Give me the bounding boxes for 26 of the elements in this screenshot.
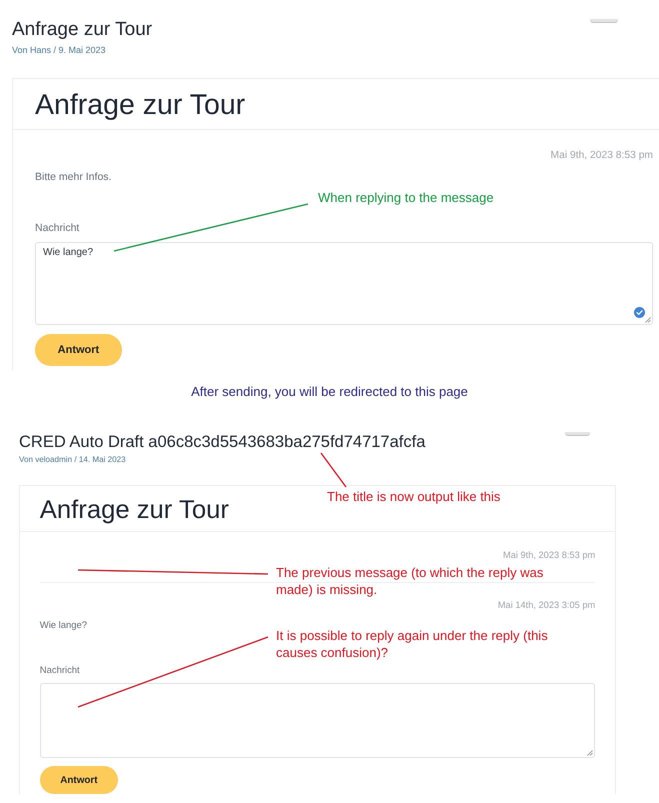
resize-grip-icon: [645, 316, 651, 323]
message-field[interactable]: [40, 683, 596, 758]
message-field[interactable]: Wie lange?: [35, 242, 653, 325]
page-title: Anfrage zur Tour: [12, 19, 152, 41]
annotation-note: The previous message (to which the reply was made) is missing.: [276, 565, 544, 598]
post-meta: Von Hans / 9. Mai 2023: [12, 44, 107, 57]
message-timestamp: Mai 9th, 2023 8:53 pm: [503, 550, 596, 562]
annotation-note: The title is now output like this: [327, 489, 500, 506]
post-meta: Von veloadmin / 14. Mai 2023: [19, 455, 127, 466]
field-label: Nachricht: [35, 222, 80, 234]
message-timestamp: Mai 9th, 2023 8:53 pm: [550, 150, 653, 162]
annotation-note: It is possible to reply again under the reply (this causes confusion)?: [276, 628, 549, 661]
reply-button[interactable]: Antwort: [40, 766, 118, 794]
page-title: CRED Auto Draft a06c8c3d5543683ba275fd74717afcfa: [19, 432, 426, 452]
tab-handle-icon: [565, 432, 590, 436]
card-heading: Anfrage zur Tour: [35, 90, 246, 121]
annotation-note: When replying to the message: [318, 190, 494, 206]
annotation-caption: After sending, you will be redirected to this page: [191, 384, 468, 400]
tab-handle-icon: [590, 19, 618, 23]
reply-button[interactable]: Antwort: [35, 334, 122, 366]
message-text: Wie lange?: [40, 620, 88, 631]
message-text: Bitte mehr Infos.: [35, 171, 112, 184]
field-label: Nachricht: [40, 665, 80, 676]
resize-grip-icon: [587, 750, 594, 756]
card-heading: Anfrage zur Tour: [40, 496, 229, 524]
message-timestamp: Mai 14th, 2023 3:05 pm: [498, 600, 596, 612]
